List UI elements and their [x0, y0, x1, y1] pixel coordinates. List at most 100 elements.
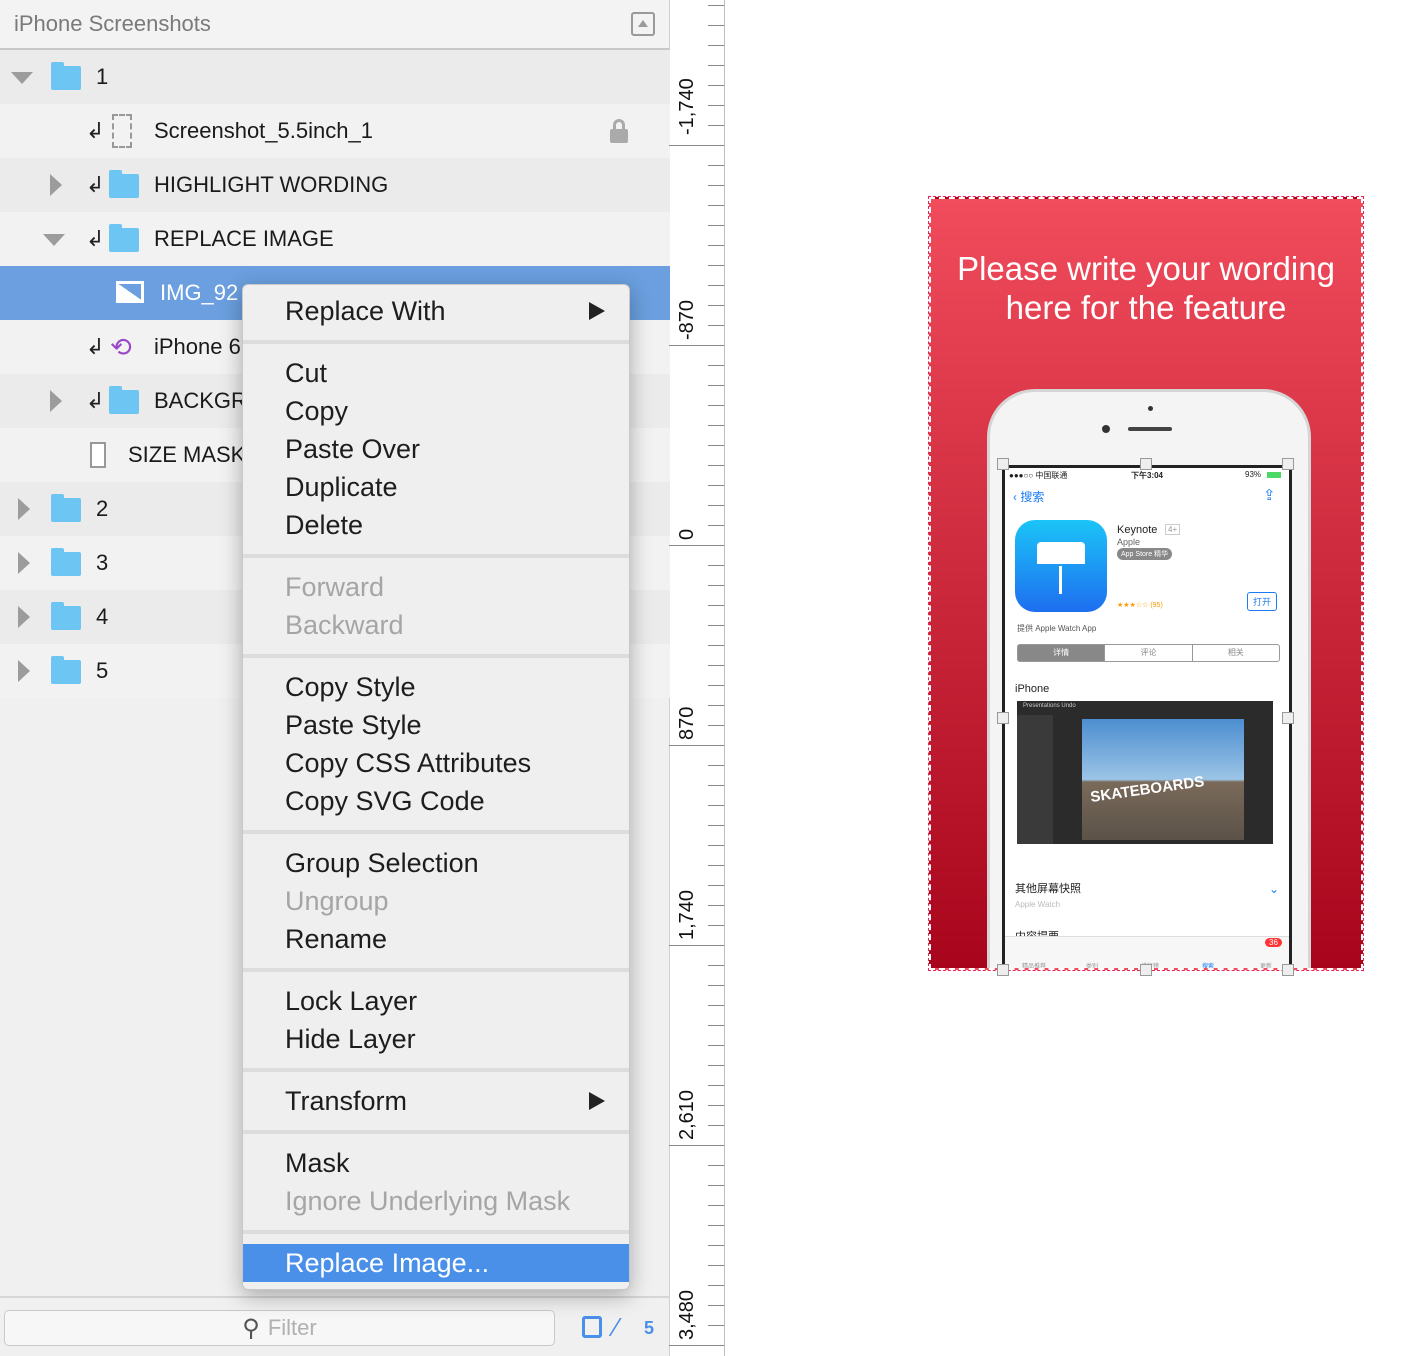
menu-item-label: Copy CSS Attributes	[285, 748, 532, 778]
menu-item-mask[interactable]: Mask	[243, 1144, 629, 1182]
menu-separator	[243, 1120, 629, 1144]
ruler-tick	[708, 285, 724, 286]
resize-handle[interactable]	[1282, 964, 1294, 976]
menu-item-replace-with[interactable]: Replace With	[243, 292, 629, 330]
menu-item-transform[interactable]: Transform	[243, 1082, 629, 1120]
menu-separator	[243, 958, 629, 982]
menu-item-copy-css-attributes[interactable]: Copy CSS Attributes	[243, 744, 629, 782]
menu-item-rename[interactable]: Rename	[243, 920, 629, 958]
ruler-tick	[708, 985, 724, 986]
disclosure-closed-icon[interactable]	[18, 552, 30, 574]
ruler-tick	[708, 605, 724, 606]
disclosure-open-icon[interactable]	[11, 72, 33, 84]
keynote-app-icon	[1015, 520, 1107, 612]
keynote-screenshot: Presentations Undo SKATEBOARDS	[1017, 701, 1273, 844]
ruler-tick	[708, 925, 724, 926]
headline-text: Please write your wording here for the f…	[957, 250, 1335, 326]
menu-item-label: Replace Image...	[285, 1248, 490, 1278]
menu-item-label: Group Selection	[285, 848, 479, 878]
layer-name: 3	[96, 550, 109, 575]
clip-arrow-icon: ↲	[86, 172, 105, 197]
menu-item-label: Lock Layer	[285, 986, 418, 1016]
resize-handle[interactable]	[997, 712, 1009, 724]
ruler-tick	[708, 825, 724, 826]
resize-handle[interactable]	[1282, 712, 1294, 724]
menu-item-delete[interactable]: Delete	[243, 506, 629, 544]
layer-replace-image[interactable]: ↲ REPLACE IMAGE	[0, 212, 670, 266]
search-icon: ⚲	[242, 1314, 260, 1342]
back-link: ‹ 搜索	[1013, 490, 1045, 504]
ruler-tick	[708, 385, 724, 386]
artboard[interactable]: Please write your wording here for the f…	[928, 196, 1364, 971]
ruler-tick	[708, 1105, 724, 1106]
menu-item-copy-style[interactable]: Copy Style	[243, 668, 629, 706]
context-menu: Replace With Cut Copy Paste Over Duplicate De…	[242, 284, 630, 1290]
ruler-label: 1,740	[676, 889, 698, 940]
ruler-tick	[708, 1165, 724, 1166]
ruler-tick	[669, 145, 724, 146]
collapse-panel-icon[interactable]	[631, 12, 655, 36]
ruler-tick	[708, 465, 724, 466]
ruler-tick	[708, 1325, 724, 1326]
layer-group-1[interactable]: 1	[0, 50, 670, 104]
resize-handle[interactable]	[997, 964, 1009, 976]
ruler-tick	[708, 185, 724, 186]
layer-name: iPhone 6	[154, 334, 241, 359]
disclosure-closed-icon[interactable]	[50, 174, 62, 196]
layer-name: 1	[96, 64, 109, 89]
ruler-tick	[708, 105, 724, 106]
ruler-tick	[708, 165, 724, 166]
menu-item-label: Paste Style	[285, 710, 422, 740]
menu-item-paste-style[interactable]: Paste Style	[243, 706, 629, 744]
menu-item-duplicate[interactable]: Duplicate	[243, 468, 629, 506]
layer-screenshot[interactable]: ↲ Screenshot_5.5inch_1	[0, 104, 670, 158]
menu-item-paste-over[interactable]: Paste Over	[243, 430, 629, 468]
slice-count: 5	[644, 1318, 655, 1338]
ruler-tick	[708, 725, 724, 726]
vertical-ruler[interactable]: -1,740 -870 0 870 1,740 2,610 3,480	[669, 0, 725, 1356]
folder-icon	[51, 548, 81, 576]
layer-highlight-wording[interactable]: ↲ HIGHLIGHT WORDING	[0, 158, 670, 212]
ruler-tick	[708, 5, 724, 6]
disclosure-closed-icon[interactable]	[18, 498, 30, 520]
folder-icon	[51, 62, 81, 90]
ruler-tick	[708, 1285, 724, 1286]
symbols-icon[interactable]	[582, 1316, 602, 1338]
resize-handle[interactable]	[1140, 458, 1152, 470]
menu-separator	[243, 644, 629, 668]
disclosure-closed-icon[interactable]	[18, 660, 30, 682]
disclosure-closed-icon[interactable]	[18, 606, 30, 628]
disclosure-open-icon[interactable]	[43, 234, 65, 246]
menu-item-hide-layer[interactable]: Hide Layer	[243, 1020, 629, 1058]
menu-item-copy-svg-code[interactable]: Copy SVG Code	[243, 782, 629, 820]
ruler-tick	[669, 1345, 724, 1346]
menu-item-lock-layer[interactable]: Lock Layer	[243, 982, 629, 1020]
menu-item-replace-image[interactable]: Replace Image...	[243, 1244, 629, 1282]
menu-separator	[243, 1058, 629, 1082]
layer-name: 4	[96, 604, 109, 629]
slice-knife-icon[interactable]: ⁄	[614, 1312, 618, 1343]
clip-arrow-icon: ↲	[86, 388, 105, 413]
ruler-tick	[708, 305, 724, 306]
disclosure-closed-icon[interactable]	[50, 390, 62, 412]
menu-item-ignore-underlying-mask: Ignore Underlying Mask	[243, 1182, 629, 1220]
ruler-tick	[708, 685, 724, 686]
menu-item-cut[interactable]: Cut	[243, 354, 629, 392]
resize-handle[interactable]	[1282, 458, 1294, 470]
ruler-tick	[708, 405, 724, 406]
menu-item-label: Forward	[285, 572, 385, 602]
app-screenshot-image[interactable]: ●●●○○ 中国联通 下午3:04 93% ‹ 搜索 ⇪ Keynote 4+ …	[1002, 465, 1292, 968]
filter-input[interactable]: ⚲ Filter	[4, 1310, 555, 1346]
image-icon	[116, 281, 144, 303]
ruler-tick	[669, 1145, 724, 1146]
ruler-tick	[708, 505, 724, 506]
resize-handle[interactable]	[1140, 964, 1152, 976]
menu-item-group-selection[interactable]: Group Selection	[243, 844, 629, 882]
menu-item-label: Cut	[285, 358, 328, 388]
ruler-tick	[708, 525, 724, 526]
resize-handle[interactable]	[997, 458, 1009, 470]
menu-item-copy[interactable]: Copy	[243, 392, 629, 430]
lock-icon[interactable]	[610, 119, 628, 143]
ruler-tick	[708, 585, 724, 586]
page-title: iPhone Screenshots	[14, 11, 211, 36]
